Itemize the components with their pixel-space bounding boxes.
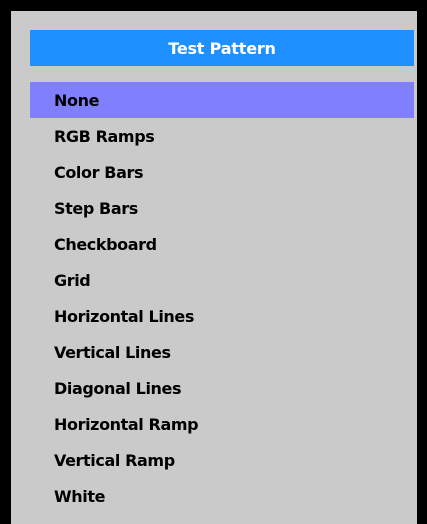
osd-menu-panel: Test Pattern None RGB Ramps Color Bars S… <box>0 0 427 524</box>
menu-title: Test Pattern <box>30 30 414 66</box>
menu-item-step-bars[interactable]: Step Bars <box>30 190 414 226</box>
menu-item-white[interactable]: White <box>30 478 414 514</box>
menu-item-color-bars[interactable]: Color Bars <box>30 154 414 190</box>
menu-item-checkboard[interactable]: Checkboard <box>30 226 414 262</box>
menu-item-vertical-ramp[interactable]: Vertical Ramp <box>30 442 414 478</box>
menu-item-vertical-lines[interactable]: Vertical Lines <box>30 334 414 370</box>
menu-item-grid[interactable]: Grid <box>30 262 414 298</box>
menu-item-horizontal-lines[interactable]: Horizontal Lines <box>30 298 414 334</box>
test-pattern-list: None RGB Ramps Color Bars Step Bars Chec… <box>30 82 414 514</box>
menu-item-none[interactable]: None <box>30 82 414 118</box>
menu-item-rgb-ramps[interactable]: RGB Ramps <box>30 118 414 154</box>
menu-item-diagonal-lines[interactable]: Diagonal Lines <box>30 370 414 406</box>
menu-item-horizontal-ramp[interactable]: Horizontal Ramp <box>30 406 414 442</box>
